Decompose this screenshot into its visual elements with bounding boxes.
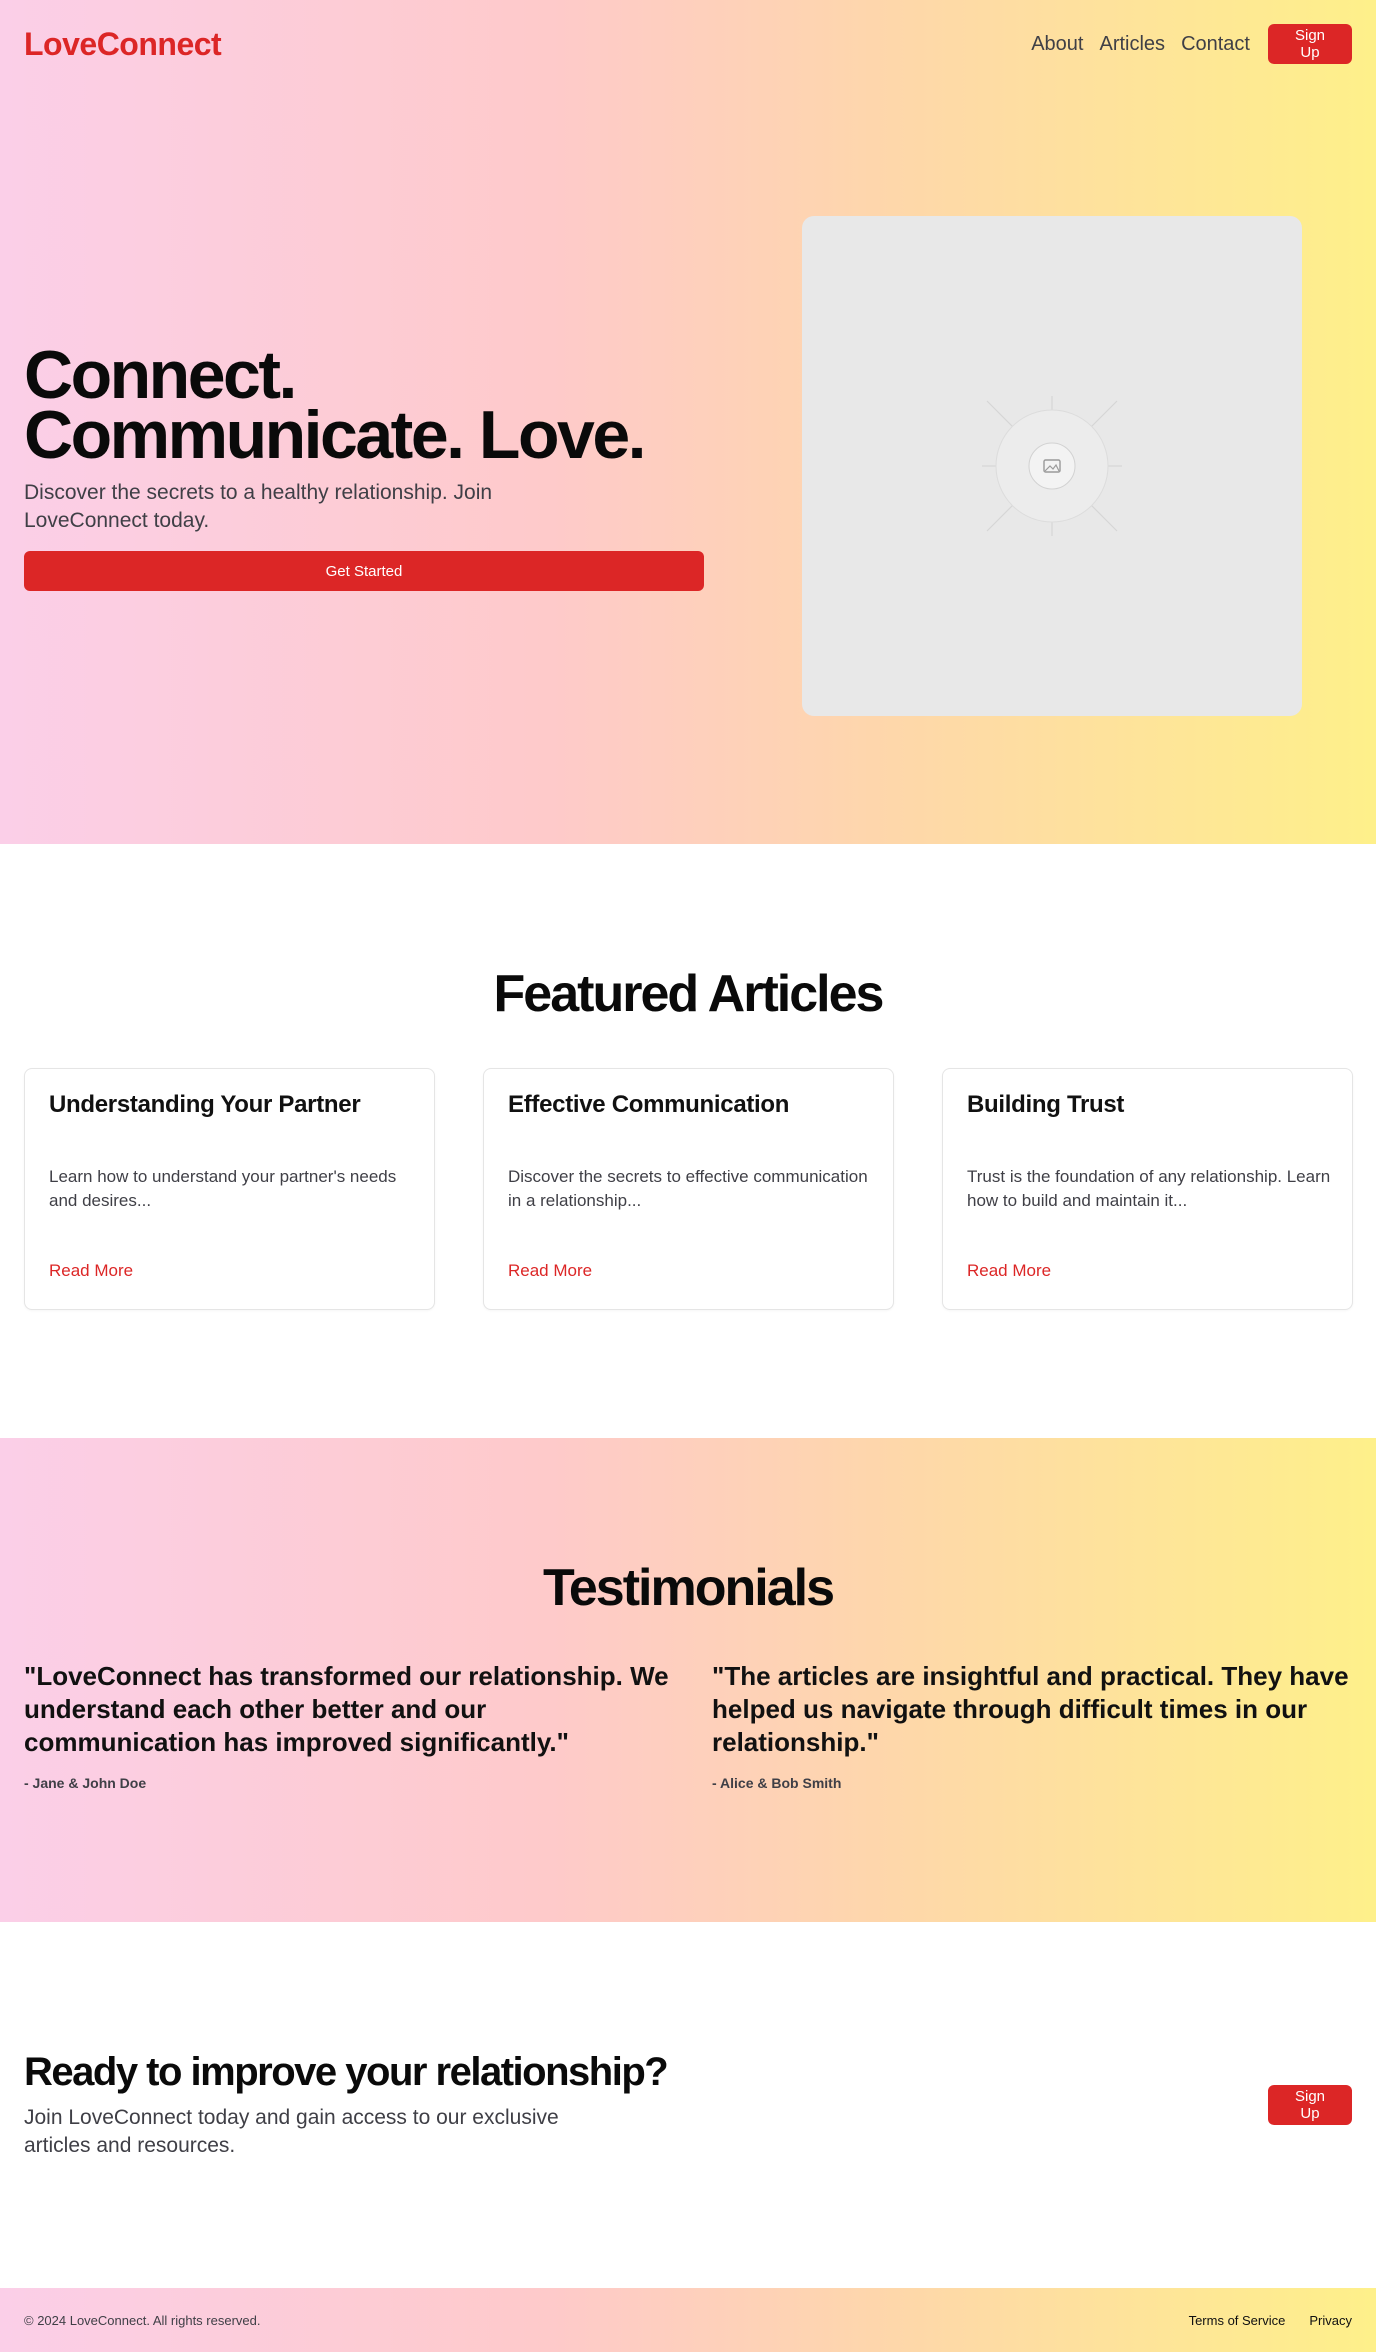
site-header: LoveConnect About Articles Contact Sign … [0,0,1376,88]
article-title: Effective Communication [508,1091,790,1118]
hero-content: Connect. Communicate. Love. Discover the… [24,337,704,591]
article-title: Building Trust [967,1091,1125,1118]
nav-link-contact[interactable]: Contact [1181,33,1250,56]
article-excerpt: Discover the secrets to effective commun… [508,1167,868,1210]
main-nav: About Articles Contact Sign Up [1031,24,1352,64]
article-card: Effective Communication Discover the sec… [483,1068,894,1310]
article-card: Building Trust Trust is the foundation o… [942,1068,1353,1310]
footer-links: Terms of Service Privacy [1189,2313,1352,2328]
hero-section: LoveConnect About Articles Contact Sign … [0,0,1376,844]
testimonials-section: Testimonials "LoveConnect has transforme… [0,1438,1376,1922]
read-more-link[interactable]: Read More [967,1261,1051,1281]
cta-title: Ready to improve your relationship? [24,2050,669,2094]
nav-link-articles[interactable]: Articles [1099,33,1165,56]
header-signup-button[interactable]: Sign Up [1268,24,1352,64]
testimonial-author: - Jane & John Doe [24,1775,147,1791]
featured-title: Featured Articles [493,965,885,1023]
testimonial: "The articles are insightful and practic… [712,1660,1360,1791]
testimonial-quote: "The articles are insightful and practic… [712,1661,1349,1757]
hero-title: Connect. Communicate. Love. [24,337,647,473]
hero-image-placeholder [802,216,1302,716]
get-started-button[interactable]: Get Started [24,551,704,591]
terms-link[interactable]: Terms of Service [1189,2313,1286,2328]
read-more-link[interactable]: Read More [49,1261,133,1281]
copyright: © 2024 LoveConnect. All rights reserved. [24,2312,261,2328]
testimonial-quote: "LoveConnect has transformed our relatio… [24,1661,669,1757]
article-title: Understanding Your Partner [49,1091,361,1118]
privacy-link[interactable]: Privacy [1309,2313,1352,2328]
article-excerpt: Learn how to understand your partner's n… [49,1167,397,1210]
cta-section: Ready to improve your relationship? Join… [0,1922,1376,2288]
testimonial-list: "LoveConnect has transformed our relatio… [24,1660,1360,1791]
page: LoveConnect About Articles Contact Sign … [0,0,1376,2352]
article-excerpt: Trust is the foundation of any relations… [967,1167,1331,1210]
article-cards: Understanding Your Partner Learn how to … [24,1068,1353,1310]
cta-signup-button[interactable]: Sign Up [1268,2085,1352,2125]
read-more-link[interactable]: Read More [508,1261,592,1281]
testimonial: "LoveConnect has transformed our relatio… [24,1660,672,1791]
article-card: Understanding Your Partner Learn how to … [24,1068,435,1310]
logo[interactable]: LoveConnect [24,26,222,63]
image-placeholder-icon [982,396,1122,536]
cta-subtitle: Join LoveConnect today and gain access t… [24,2106,559,2157]
site-footer: © 2024 LoveConnect. All rights reserved.… [0,2288,1376,2352]
nav-link-about[interactable]: About [1031,33,1083,56]
testimonials-title: Testimonials [542,1559,835,1617]
hero-subtitle: Discover the secrets to a healthy relati… [24,481,493,532]
testimonial-author: - Alice & Bob Smith [712,1775,842,1791]
